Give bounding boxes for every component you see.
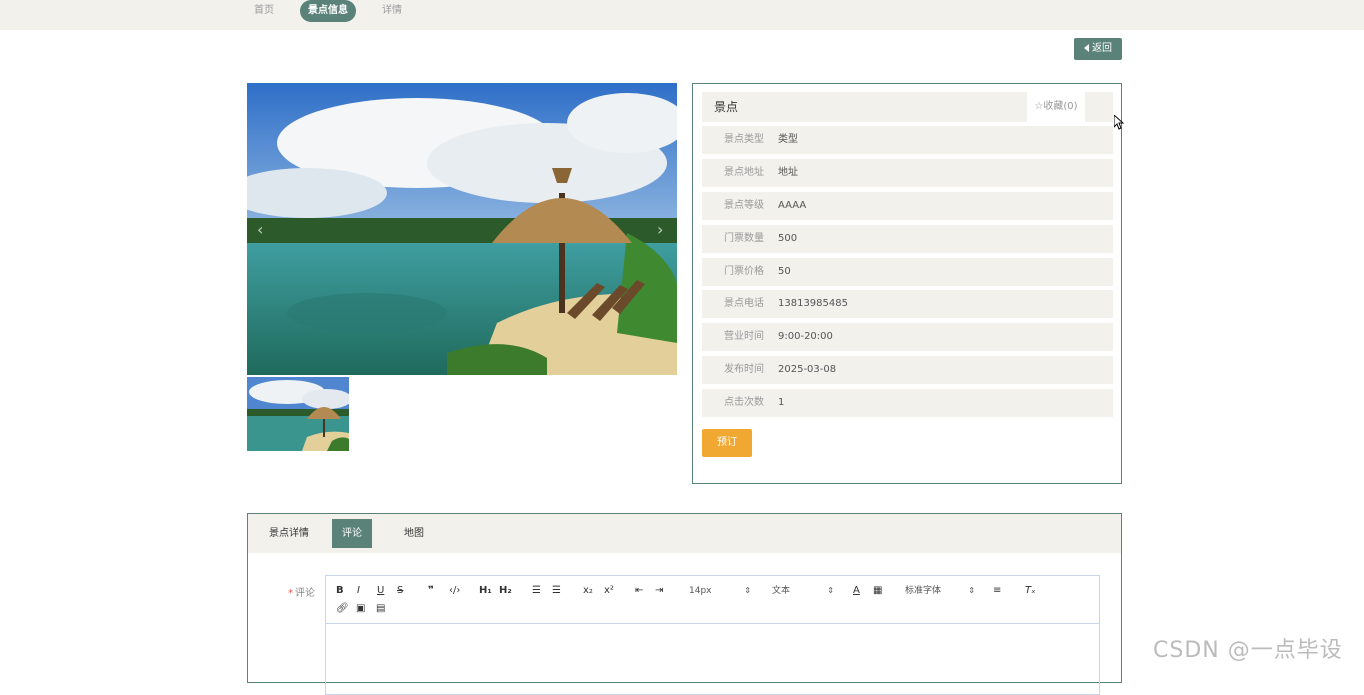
heading2-icon[interactable]: H₂ xyxy=(499,584,512,598)
comment-label-text: 评论 xyxy=(295,588,315,599)
info-row: 门票数量 500 xyxy=(702,225,1113,253)
strike-icon[interactable]: S xyxy=(397,584,403,598)
subscript-icon[interactable]: x₂ xyxy=(583,584,593,598)
book-button[interactable]: 预订 xyxy=(702,429,752,457)
tab-bar: 景点详情 评论 地图 xyxy=(248,514,1121,553)
nav-home[interactable]: 首页 xyxy=(254,0,274,22)
comment-label: * 评论 xyxy=(288,584,315,599)
comment-editor: B I U S ❞ ‹/› H₁ H₂ ☰ ☰ x₂ x² ⇤ ⇥ 14px ⇕ … xyxy=(325,575,1100,695)
editor-toolbar: B I U S ❞ ‹/› H₁ H₂ ☰ ☰ x₂ x² ⇤ ⇥ 14px ⇕ … xyxy=(326,576,1099,624)
carousel-next-icon: › xyxy=(657,220,663,239)
nav-attractions[interactable]: 景点信息 xyxy=(300,0,356,22)
caret-left-icon xyxy=(1084,44,1089,52)
info-row: 营业时间 9:00-20:00 xyxy=(702,323,1113,351)
watermark: CSDN @一点毕设 xyxy=(1153,638,1343,663)
favorite-button[interactable]: ☆收藏(0) xyxy=(1027,92,1085,122)
italic-icon[interactable]: I xyxy=(357,584,360,598)
bullet-list-icon[interactable]: ☰ xyxy=(552,584,561,598)
info-row-key: 发布时间 xyxy=(724,364,764,375)
ordered-list-icon[interactable]: ☰ xyxy=(532,584,541,598)
updown-icon: ⇕ xyxy=(968,586,975,595)
thumbnail-image[interactable] xyxy=(247,377,349,451)
info-row: 景点地址 地址 xyxy=(702,159,1113,187)
tab-map[interactable]: 地图 xyxy=(394,519,434,548)
mouse-cursor-icon xyxy=(1113,113,1125,134)
carousel-prev-icon: ‹ xyxy=(257,220,263,239)
font-family-select[interactable]: 标准字体 ⇕ xyxy=(905,584,975,598)
attraction-info-panel: 景点 ☆收藏(0) 景点类型 类型 景点地址 地址 景点等级 AAAA 门票数量… xyxy=(692,83,1122,484)
info-row-key: 门票价格 xyxy=(724,266,764,277)
heading1-icon[interactable]: H₁ xyxy=(479,584,492,598)
link-icon[interactable]: 🔗︎ xyxy=(336,602,349,616)
info-row-value: 9:00-20:00 xyxy=(778,331,833,342)
updown-icon: ⇕ xyxy=(744,586,751,595)
text-type-select[interactable]: 文本 ⇕ xyxy=(772,584,834,598)
clear-format-icon[interactable]: Tₓ xyxy=(1025,584,1036,598)
main-image-carousel[interactable]: ‹ › xyxy=(247,83,677,375)
tab-attraction-details[interactable]: 景点详情 xyxy=(259,519,319,548)
font-color-icon[interactable]: A xyxy=(853,584,860,598)
info-row: 发布时间 2025-03-08 xyxy=(702,356,1113,384)
info-row-value: 1 xyxy=(778,397,785,408)
info-row-value: 50 xyxy=(778,266,791,277)
info-row: 景点类型 类型 xyxy=(702,126,1113,154)
font-family-value: 标准字体 xyxy=(905,586,942,596)
font-size-value: 14px xyxy=(689,586,712,596)
underline-icon[interactable]: U xyxy=(377,584,384,598)
info-row: 景点电话 13813985485 xyxy=(702,290,1113,318)
font-size-select[interactable]: 14px ⇕ xyxy=(689,584,751,598)
back-button[interactable]: 返回 xyxy=(1074,38,1122,60)
thumbnail-photo xyxy=(247,377,349,451)
info-row-value: 类型 xyxy=(778,134,798,145)
info-row-value: AAAA xyxy=(778,200,807,211)
info-row-key: 营业时间 xyxy=(724,331,764,342)
outdent-icon[interactable]: ⇤ xyxy=(635,584,643,598)
info-row-key: 景点等级 xyxy=(724,200,764,211)
nav-detail[interactable]: 详情 xyxy=(382,0,402,22)
detail-tabs-section: 景点详情 评论 地图 * 评论 B I U S ❞ ‹/› H₁ H₂ ☰ ☰ x… xyxy=(247,513,1122,695)
info-row-key: 景点地址 xyxy=(724,167,764,178)
bold-icon[interactable]: B xyxy=(336,584,344,598)
editor-content-area[interactable] xyxy=(326,624,1099,694)
info-row: 点击次数 1 xyxy=(702,389,1113,417)
info-row: 景点等级 AAAA xyxy=(702,192,1113,220)
tab-comments[interactable]: 评论 xyxy=(332,519,372,548)
info-row-key: 景点电话 xyxy=(724,298,764,309)
info-row-key: 点击次数 xyxy=(724,397,764,408)
indent-icon[interactable]: ⇥ xyxy=(655,584,663,598)
info-row-key: 门票数量 xyxy=(724,233,764,244)
superscript-icon[interactable]: x² xyxy=(604,584,614,598)
required-mark: * xyxy=(288,588,293,599)
info-row-key: 景点类型 xyxy=(724,134,764,145)
quote-icon[interactable]: ❞ xyxy=(428,584,434,598)
attraction-title: 景点 xyxy=(702,92,1029,122)
text-type-value: 文本 xyxy=(772,586,791,596)
info-row-value: 地址 xyxy=(778,167,798,178)
back-label: 返回 xyxy=(1092,43,1112,54)
code-icon[interactable]: ‹/› xyxy=(449,584,460,598)
header-filler xyxy=(1085,92,1113,122)
background-color-icon[interactable]: ▦ xyxy=(873,584,882,598)
align-icon[interactable]: ≡ xyxy=(993,584,1001,598)
info-row: 门票价格 50 xyxy=(702,258,1113,286)
video-icon[interactable]: ▤ xyxy=(376,602,385,616)
image-icon[interactable]: ▣ xyxy=(356,602,365,616)
scenic-photo: ‹ › xyxy=(247,83,677,375)
updown-icon: ⇕ xyxy=(827,586,834,595)
info-row-value: 13813985485 xyxy=(778,298,848,309)
info-row-value: 500 xyxy=(778,233,798,244)
info-row-value: 2025-03-08 xyxy=(778,364,837,375)
top-nav-bar: 首页 景点信息 详情 xyxy=(0,0,1364,30)
